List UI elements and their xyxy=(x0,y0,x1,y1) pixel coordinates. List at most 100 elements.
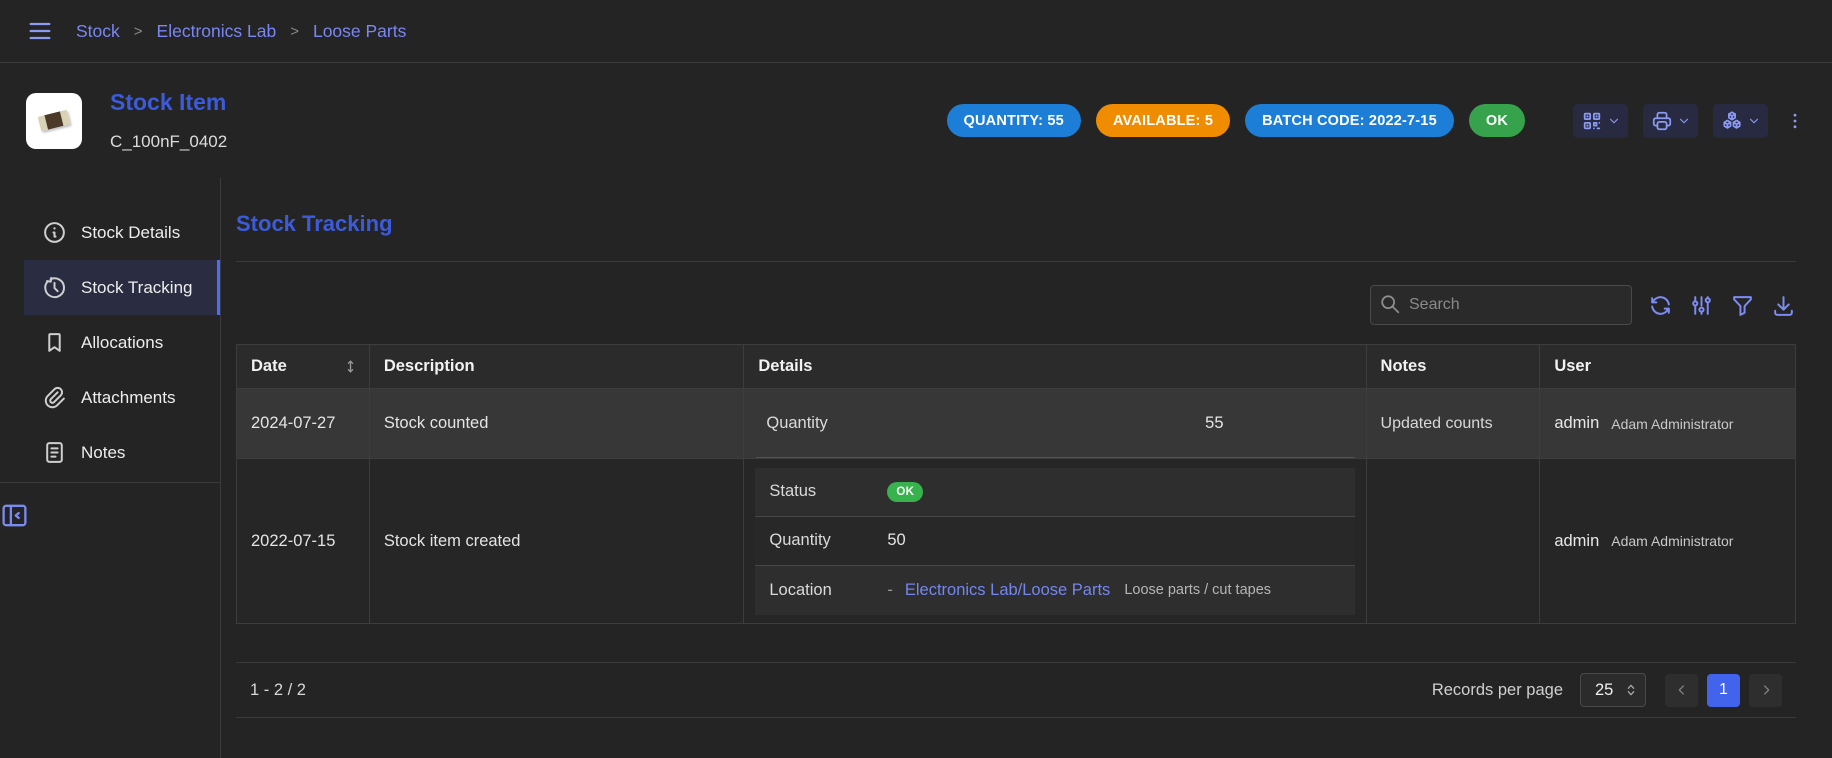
search-icon xyxy=(1379,293,1401,315)
page-title: Stock Item xyxy=(110,89,227,116)
column-settings-icon[interactable] xyxy=(1689,293,1714,318)
breadcrumb: Stock > Electronics Lab > Loose Parts xyxy=(76,21,406,42)
available-badge: AVAILABLE: 5 xyxy=(1096,104,1230,137)
hamburger-menu-icon[interactable] xyxy=(26,17,54,45)
column-header-user[interactable]: User xyxy=(1540,345,1795,388)
chevron-down-icon xyxy=(1747,114,1761,128)
username: admin xyxy=(1554,414,1599,433)
paperclip-icon xyxy=(42,385,67,410)
stock-actions-button[interactable] xyxy=(1713,104,1768,138)
cell-user: admin Adam Administrator xyxy=(1540,389,1795,458)
cell-details: Status OK Quantity 50 Location - Electro… xyxy=(744,459,1366,623)
pagination-controls: Records per page 25 1 xyxy=(1432,673,1782,707)
batch-code-badge: BATCH CODE: 2022-7-15 xyxy=(1245,104,1454,137)
header-actions xyxy=(1573,104,1805,138)
notes-icon xyxy=(42,440,67,465)
record-range: 1 - 2 / 2 xyxy=(250,681,306,700)
bookmark-icon xyxy=(42,330,67,355)
sidebar-item-attachments[interactable]: Attachments xyxy=(24,370,220,425)
main-panel: Stock Tracking xyxy=(221,178,1832,758)
cell-details: Quantity 55 xyxy=(744,389,1366,458)
kebab-menu-icon[interactable] xyxy=(1785,111,1805,131)
search-box xyxy=(1370,285,1632,325)
cell-date: 2024-07-27 xyxy=(237,389,370,458)
sidebar-collapse-icon[interactable] xyxy=(0,501,220,530)
username: admin xyxy=(1554,532,1599,551)
pager: 1 xyxy=(1665,674,1782,707)
stock-actions-icon xyxy=(1721,110,1743,132)
sidebar-item-label: Attachments xyxy=(81,388,176,408)
info-circle-icon xyxy=(42,220,67,245)
filter-icon[interactable] xyxy=(1730,293,1755,318)
column-header-details[interactable]: Details xyxy=(744,345,1366,388)
sidebar-item-label: Notes xyxy=(81,443,125,463)
records-per-page-label: Records per page xyxy=(1432,681,1563,700)
table-footer: 1 - 2 / 2 Records per page 25 xyxy=(236,662,1796,718)
sidebar-item-allocations[interactable]: Allocations xyxy=(24,315,220,370)
quantity-badge: QUANTITY: 55 xyxy=(947,104,1081,137)
sidebar-item-label: Stock Details xyxy=(81,223,180,243)
breadcrumb-separator: > xyxy=(134,23,143,40)
next-page-button[interactable] xyxy=(1749,674,1782,707)
location-annotation: Loose parts / cut tapes xyxy=(1124,582,1271,598)
cell-user: admin Adam Administrator xyxy=(1540,459,1795,623)
cell-notes: Updated counts xyxy=(1367,389,1541,458)
prev-page-button[interactable] xyxy=(1665,674,1698,707)
chevron-down-icon xyxy=(1677,114,1691,128)
detail-row-location: Location - Electronics Lab/Loose Parts L… xyxy=(755,566,1354,615)
sidebar-item-stock-tracking[interactable]: Stock Tracking xyxy=(24,260,220,315)
breadcrumb-electronics-lab[interactable]: Electronics Lab xyxy=(157,21,277,42)
page-size-select[interactable]: 25 xyxy=(1580,673,1646,707)
status-ok-badge: OK xyxy=(1469,104,1525,137)
cell-notes xyxy=(1367,459,1541,623)
table-header-row: Date Description Details Notes User xyxy=(237,345,1795,389)
search-input[interactable] xyxy=(1370,285,1632,325)
table-row[interactable]: 2024-07-27 Stock counted Quantity 55 Upd… xyxy=(237,389,1795,459)
location-link[interactable]: Electronics Lab/Loose Parts xyxy=(905,581,1110,600)
page-header: Stock Item C_100nF_0402 QUANTITY: 55 AVA… xyxy=(0,63,1832,178)
capacitor-image xyxy=(38,110,71,132)
sidebar: Stock Details Stock Tracking xyxy=(0,178,221,758)
location-dash: - xyxy=(887,581,893,600)
part-thumbnail[interactable] xyxy=(26,93,82,149)
sidebar-item-label: Allocations xyxy=(81,333,163,353)
chevron-down-icon xyxy=(1607,114,1621,128)
column-header-date[interactable]: Date xyxy=(237,345,370,388)
cell-description: Stock item created xyxy=(370,459,745,623)
sidebar-item-stock-details[interactable]: Stock Details xyxy=(24,205,220,260)
qrcode-icon xyxy=(1581,110,1603,132)
user-full-name: Adam Administrator xyxy=(1611,416,1733,432)
breadcrumb-loose-parts[interactable]: Loose Parts xyxy=(313,21,406,42)
breadcrumb-stock[interactable]: Stock xyxy=(76,21,120,42)
stock-tracking-table: Date Description Details Notes User 20 xyxy=(236,344,1796,624)
heading-divider xyxy=(236,261,1796,262)
barcode-actions-button[interactable] xyxy=(1573,104,1628,138)
page-1-button[interactable]: 1 xyxy=(1707,674,1740,707)
detail-row-quantity: Quantity 55 xyxy=(756,389,1353,458)
table-toolbar xyxy=(236,285,1796,325)
title-block: Stock Item C_100nF_0402 xyxy=(110,89,227,152)
part-name: C_100nF_0402 xyxy=(110,132,227,152)
stock-item-page: Stock > Electronics Lab > Loose Parts St… xyxy=(0,0,1832,758)
table-row[interactable]: 2022-07-15 Stock item created Status OK … xyxy=(237,459,1795,623)
sidebar-item-notes[interactable]: Notes xyxy=(24,425,220,480)
status-ok-badge: OK xyxy=(887,482,923,502)
cell-description: Stock counted xyxy=(370,389,745,458)
download-icon[interactable] xyxy=(1771,293,1796,318)
details-inner-table: Status OK Quantity 50 Location - Electro… xyxy=(755,467,1354,615)
refresh-icon[interactable] xyxy=(1648,293,1673,318)
cell-date: 2022-07-15 xyxy=(237,459,370,623)
sort-icon[interactable] xyxy=(342,358,359,375)
topbar: Stock > Electronics Lab > Loose Parts xyxy=(0,0,1832,63)
status-badges: QUANTITY: 55 AVAILABLE: 5 BATCH CODE: 20… xyxy=(947,104,1525,137)
selector-icon xyxy=(1623,682,1639,698)
column-header-notes[interactable]: Notes xyxy=(1367,345,1541,388)
sidebar-divider xyxy=(0,482,220,483)
column-header-description[interactable]: Description xyxy=(370,345,745,388)
print-actions-button[interactable] xyxy=(1643,104,1698,138)
user-full-name: Adam Administrator xyxy=(1611,533,1733,549)
breadcrumb-separator: > xyxy=(290,23,299,40)
sidebar-item-label: Stock Tracking xyxy=(81,278,193,298)
printer-icon xyxy=(1651,110,1673,132)
detail-row-quantity: Quantity 50 xyxy=(755,517,1354,566)
